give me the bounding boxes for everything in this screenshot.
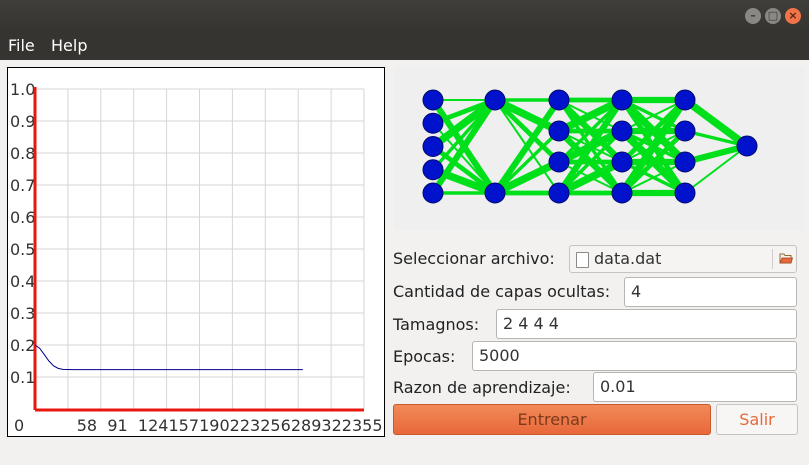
network-node	[674, 120, 696, 142]
file-chooser-separator	[772, 249, 773, 269]
x-tick-label: 157	[169, 416, 200, 435]
sizes-input[interactable]: 2 4 4 4	[496, 309, 797, 339]
menu-file[interactable]: File	[8, 36, 35, 55]
maximize-button[interactable]: □	[765, 8, 781, 24]
hidden-layers-label: Cantidad de capas ocultas:	[393, 282, 611, 301]
network-node	[422, 89, 444, 111]
exit-button[interactable]: Salir	[716, 404, 798, 435]
network-node	[611, 182, 633, 204]
network-node	[422, 112, 444, 134]
learning-rate-input[interactable]: 0.01	[593, 372, 797, 402]
epochs-input[interactable]: 5000	[472, 341, 797, 371]
x-tick-label: 0	[14, 416, 24, 435]
network-node	[736, 135, 758, 157]
network-node	[611, 151, 633, 173]
y-tick-label: 0.2	[10, 336, 35, 355]
network-node	[674, 182, 696, 204]
hidden-layers-input[interactable]: 4	[624, 277, 797, 307]
network-node	[674, 89, 696, 111]
menu-bar: File Help	[0, 32, 809, 60]
menu-help[interactable]: Help	[51, 36, 87, 55]
network-node	[422, 159, 444, 181]
network-node	[548, 120, 570, 142]
x-tick-label: 124	[138, 416, 169, 435]
y-tick-label: 0.4	[10, 272, 35, 291]
learning-rate-label: Razon de aprendizaje:	[393, 378, 571, 397]
network-node	[422, 136, 444, 157]
document-icon	[576, 252, 589, 268]
error-chart: 1.0 0.9 0.8 0.7 0.6 0.5 0.4 0.3 0.2 0.1 0 58 91 124 15…	[7, 67, 385, 437]
file-name: data.dat	[594, 249, 662, 268]
network-node	[548, 89, 570, 111]
network-diagram-svg	[422, 89, 758, 204]
y-tick-label: 0.1	[10, 368, 35, 387]
x-tick-label: 58	[77, 416, 97, 435]
epochs-label: Epocas:	[393, 347, 456, 366]
y-tick-label: 0.7	[10, 176, 35, 195]
folder-open-icon[interactable]	[779, 251, 793, 265]
network-node	[611, 120, 633, 142]
network-node	[611, 89, 633, 111]
y-tick-label: 0.5	[10, 240, 35, 259]
y-tick-label: 1.0	[10, 80, 35, 99]
error-chart-svg: 1.0 0.9 0.8 0.7 0.6 0.5 0.4 0.3 0.2 0.1 0 58 91 124 15…	[10, 80, 383, 435]
train-button[interactable]: Entrenar	[393, 404, 711, 435]
x-tick-label: 223	[230, 416, 261, 435]
x-tick-label: 256	[260, 416, 291, 435]
network-node	[484, 89, 506, 111]
file-chooser-button[interactable]: data.dat	[569, 245, 797, 273]
network-node	[484, 182, 506, 204]
y-tick-label: 0.9	[10, 112, 35, 131]
x-tick-label: 355	[352, 416, 383, 435]
x-tick-label: 322	[321, 416, 352, 435]
network-node	[422, 182, 444, 204]
sizes-label: Tamagnos:	[393, 315, 480, 334]
y-tick-label: 0.3	[10, 304, 35, 323]
minimize-button[interactable]: –	[745, 8, 761, 24]
close-window-button[interactable]: ×	[785, 8, 801, 24]
x-tick-label: 289	[291, 416, 322, 435]
y-tick-label: 0.6	[10, 208, 35, 227]
network-diagram	[394, 67, 804, 230]
y-tick-label: 0.8	[10, 144, 35, 163]
x-tick-label: 190	[199, 416, 230, 435]
network-node	[548, 182, 570, 204]
file-label: Seleccionar archivo:	[393, 249, 555, 268]
network-node	[548, 151, 570, 173]
x-tick-label: 91	[107, 416, 127, 435]
chart-grid	[34, 88, 365, 410]
network-edges	[430, 96, 750, 197]
network-node	[674, 151, 696, 173]
window-titlebar: – □ ×	[0, 0, 809, 32]
error-series-line	[34, 344, 303, 371]
